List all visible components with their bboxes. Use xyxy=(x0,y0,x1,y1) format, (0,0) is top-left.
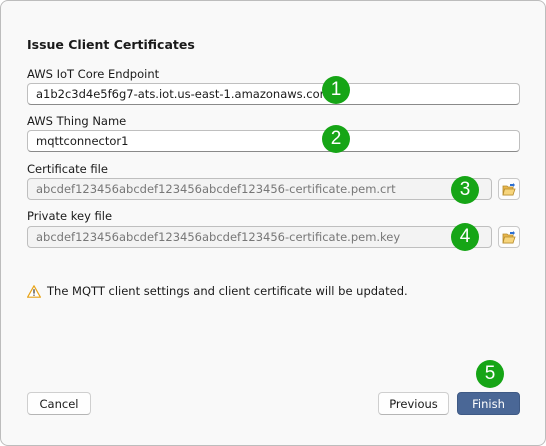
step-badge-1: 1 xyxy=(322,76,350,104)
thing-name-input[interactable]: mqttconnector1 xyxy=(27,130,520,152)
cancel-button[interactable]: Cancel xyxy=(27,392,91,415)
private-key-file-input: abcdef123456abcdef123456abcdef123456-cer… xyxy=(27,226,492,248)
step-badge-2: 2 xyxy=(322,125,350,153)
dialog-title: Issue Client Certificates xyxy=(27,37,195,52)
step-badge-4: 4 xyxy=(451,223,479,251)
endpoint-input[interactable]: a1b2c3d4e5f6g7-ats.iot.us-east-1.amazona… xyxy=(27,83,520,105)
thing-name-label: AWS Thing Name xyxy=(27,114,127,128)
warning-message: The MQTT client settings and client cert… xyxy=(27,284,408,298)
warning-text: The MQTT client settings and client cert… xyxy=(47,284,408,298)
certificate-file-label: Certificate file xyxy=(27,162,108,176)
step-badge-5: 5 xyxy=(476,360,504,388)
folder-open-icon xyxy=(502,230,516,243)
finish-button[interactable]: Finish xyxy=(457,392,520,415)
step-badge-3: 3 xyxy=(451,176,479,204)
issue-client-certificates-dialog: Issue Client Certificates AWS IoT Core E… xyxy=(0,0,546,446)
browse-certificate-button[interactable] xyxy=(498,178,520,200)
browse-private-key-button[interactable] xyxy=(498,226,520,248)
certificate-file-input: abcdef123456abcdef123456abcdef123456-cer… xyxy=(27,178,492,200)
private-key-file-label: Private key file xyxy=(27,209,113,223)
warning-icon xyxy=(27,284,41,298)
previous-button[interactable]: Previous xyxy=(378,392,449,415)
endpoint-label: AWS IoT Core Endpoint xyxy=(27,67,160,81)
folder-open-icon xyxy=(502,182,516,195)
